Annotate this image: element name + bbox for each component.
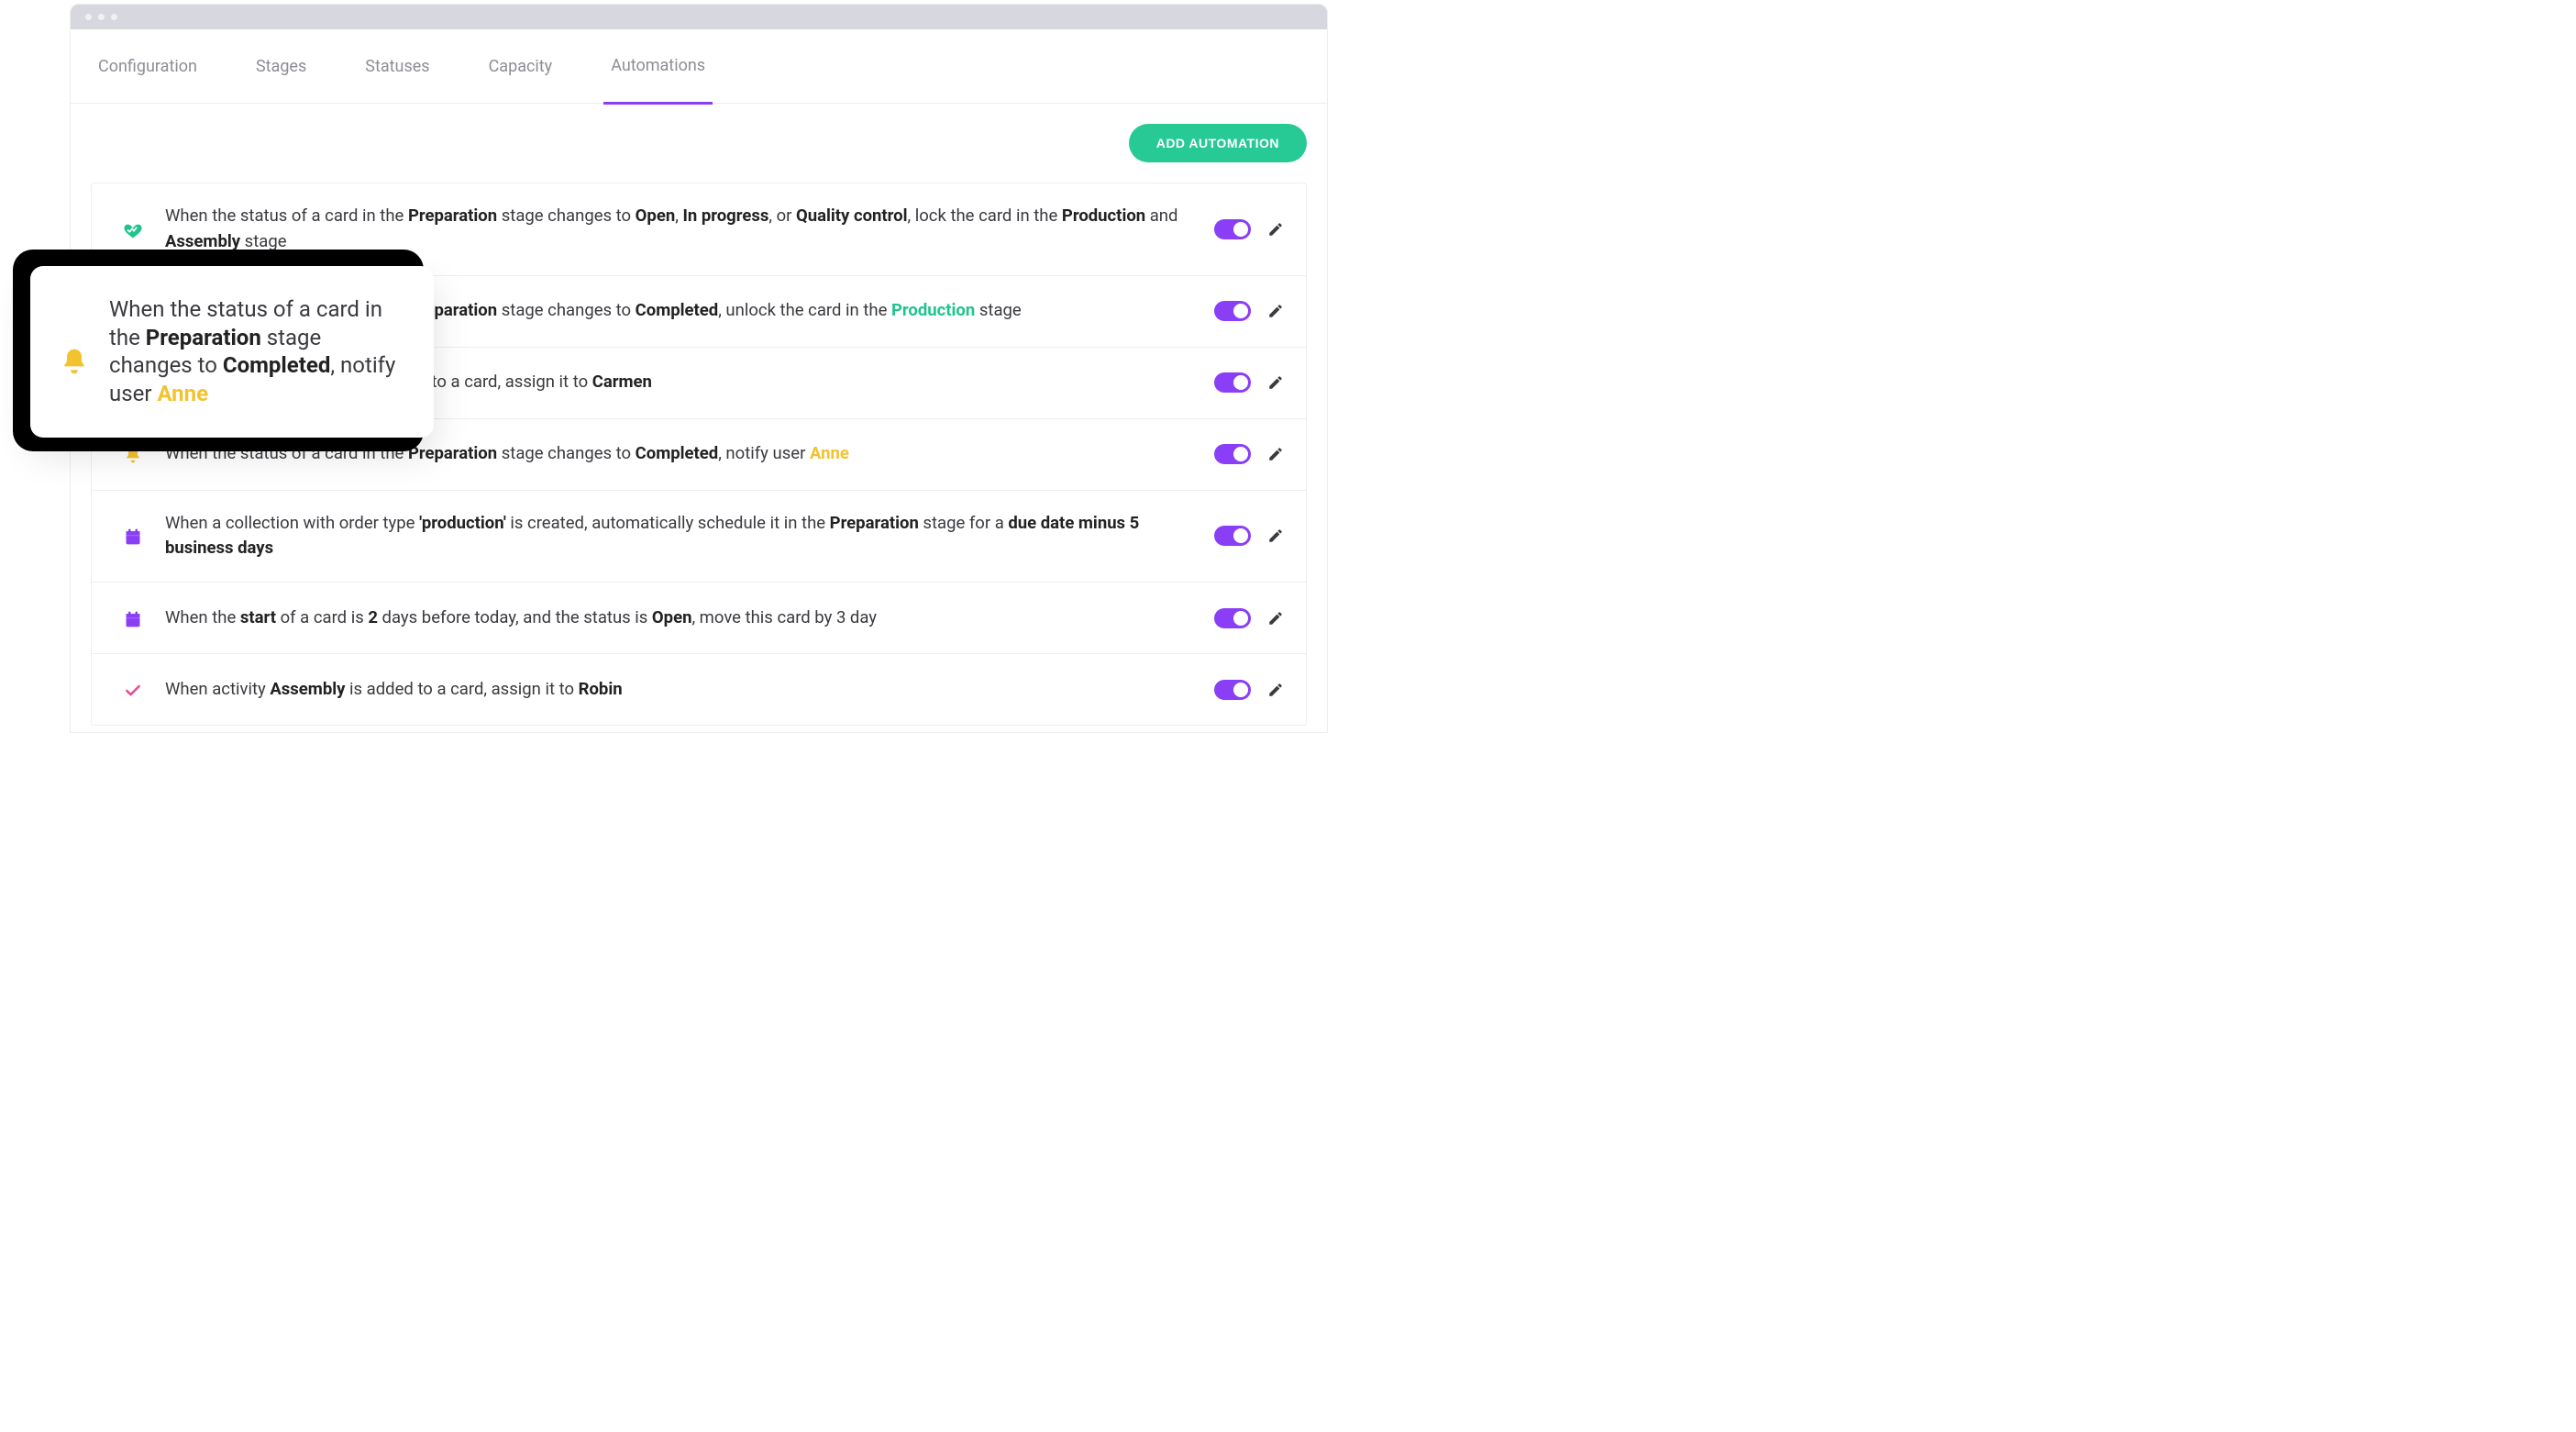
heartbeat-icon — [119, 220, 147, 240]
row-actions — [1214, 526, 1284, 546]
edit-icon[interactable] — [1267, 303, 1284, 319]
row-actions — [1214, 301, 1284, 321]
text-bold: 2 — [368, 607, 378, 627]
automation-row: When a collection with order type 'produ… — [92, 491, 1306, 583]
text-bold: Completed — [636, 443, 719, 463]
text-highlight: Production — [891, 300, 975, 320]
text: of a card is — [276, 607, 368, 627]
text: stage for a — [919, 513, 1009, 533]
edit-icon[interactable] — [1267, 221, 1284, 238]
tab-automations[interactable]: Automations — [603, 29, 713, 105]
text-bold: In progress — [682, 205, 768, 226]
text: , move this card by 3 day — [691, 607, 877, 627]
add-automation-button[interactable]: ADD AUTOMATION — [1129, 124, 1307, 162]
text: When activity — [165, 679, 270, 699]
popup-text: When the status of a card in the Prepara… — [109, 295, 406, 408]
tab-capacity[interactable]: Capacity — [481, 30, 560, 103]
text: , unlock the card in the — [718, 300, 891, 320]
automation-description: When the status of a card in the Prepara… — [165, 204, 1192, 255]
edit-icon[interactable] — [1267, 527, 1284, 544]
window-dot — [85, 14, 92, 20]
enable-toggle[interactable] — [1214, 526, 1251, 546]
row-actions — [1214, 680, 1284, 700]
text-bold: Open — [636, 205, 676, 226]
row-actions — [1214, 444, 1284, 464]
text-bold: Preparation — [408, 205, 497, 226]
text: When a collection with order type — [165, 513, 419, 533]
text-bold: Preparation — [146, 325, 261, 350]
text: , or — [768, 205, 796, 226]
edit-icon[interactable] — [1267, 374, 1284, 391]
text: , notify user — [718, 443, 810, 463]
enable-toggle[interactable] — [1214, 608, 1251, 628]
tab-stages[interactable]: Stages — [249, 30, 314, 103]
text: stage changes to — [497, 300, 636, 320]
window-dot — [98, 14, 105, 20]
text-bold: Preparation — [408, 443, 497, 463]
row-actions — [1214, 219, 1284, 239]
text-bold: Assembly — [165, 231, 240, 251]
enable-toggle[interactable] — [1214, 444, 1251, 464]
text: When the status of a card in the — [165, 205, 408, 226]
calendar-icon — [119, 527, 147, 546]
tab-statuses[interactable]: Statuses — [358, 30, 437, 103]
row-actions — [1214, 372, 1284, 393]
text-bold: Completed — [636, 300, 719, 320]
automation-row: When activity Assembly is added to a car… — [92, 654, 1306, 726]
edit-icon[interactable] — [1267, 610, 1284, 627]
window-dot — [111, 14, 117, 20]
bell-icon — [54, 347, 94, 376]
text-bold: Completed — [223, 352, 330, 378]
text: is added to a card, assign it to — [345, 679, 578, 699]
text: stage changes to — [497, 205, 636, 226]
calendar-icon — [119, 610, 147, 628]
text-bold: Quality control — [796, 205, 908, 226]
text-bold: start — [240, 607, 276, 627]
text: , lock the card in the — [908, 205, 1062, 226]
text: stage — [240, 231, 286, 251]
tab-configuration[interactable]: Configuration — [91, 30, 205, 103]
text: stage changes to — [497, 443, 636, 463]
enable-toggle[interactable] — [1214, 219, 1251, 239]
text-bold: Preparation — [830, 513, 919, 533]
titlebar — [71, 5, 1327, 29]
text-highlight: Anne — [157, 381, 208, 406]
edit-icon[interactable] — [1267, 682, 1284, 698]
check-icon — [119, 682, 147, 700]
text-bold: 'production' — [419, 513, 506, 533]
enable-toggle[interactable] — [1214, 372, 1251, 393]
text: stage — [975, 300, 1021, 320]
text: days before today, and the status is — [378, 607, 652, 627]
text: is created, automatically schedule it in… — [506, 513, 830, 533]
text-bold: Carmen — [592, 372, 652, 392]
tabs-bar: Configuration Stages Statuses Capacity A… — [71, 29, 1327, 104]
top-actions: ADD AUTOMATION — [91, 124, 1307, 162]
row-actions — [1214, 608, 1284, 628]
automation-description: When activity Assembly is added to a car… — [165, 677, 1192, 703]
text-bold: Robin — [579, 679, 623, 699]
text: and — [1145, 205, 1177, 226]
notification-popup: When the status of a card in the Prepara… — [30, 266, 434, 438]
edit-icon[interactable] — [1267, 446, 1284, 462]
text: When the — [165, 607, 240, 627]
automation-description: When the start of a card is 2 days befor… — [165, 605, 1192, 631]
text-bold: Open — [652, 607, 692, 627]
text-bold: Production — [1062, 205, 1145, 226]
enable-toggle[interactable] — [1214, 680, 1251, 700]
text-bold: Assembly — [270, 679, 345, 699]
automation-description: When a collection with order type 'produ… — [165, 511, 1192, 562]
text-highlight: Anne — [810, 443, 849, 463]
automation-row: When the start of a card is 2 days befor… — [92, 583, 1306, 654]
enable-toggle[interactable] — [1214, 301, 1251, 321]
